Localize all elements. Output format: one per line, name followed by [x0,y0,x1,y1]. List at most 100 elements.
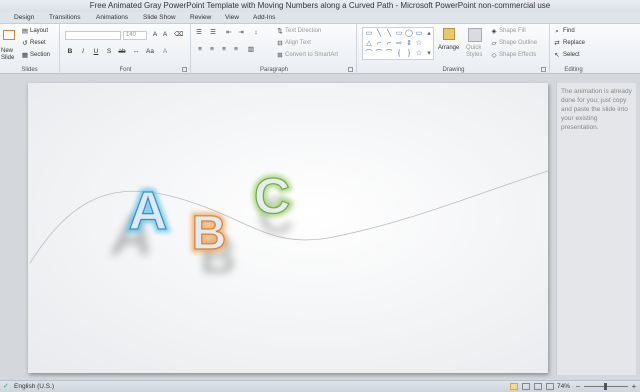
quick-styles-label-2: Styles [466,52,483,58]
shape-fill-icon: ◈ [491,28,497,35]
arrange-label: Arrange [438,45,460,51]
editing-group: ⌕ Find ⇄ Replace ↖ Select Editing [551,24,596,74]
layout-button[interactable]: Layout [30,28,48,34]
align-text-icon: ⊟ [277,40,283,47]
reading-view-icon[interactable] [534,383,542,390]
shape-updown-icon: ⇕ [406,40,412,47]
ribbon: New Slide Layout Reset Section ▤ ↺ ▦ Sli… [0,24,640,74]
italic-icon[interactable]: I [79,48,87,56]
numbering-icon[interactable]: ☰ [209,29,217,37]
shape-outline-button[interactable]: Shape Outline [499,40,537,46]
shape-triangle-icon: △ [366,40,372,47]
drawing-dialog-launcher[interactable] [541,67,546,72]
slide-canvas[interactable]: A A A B B B C C C [28,83,549,373]
justify-icon[interactable]: ≡ [232,46,240,54]
tab-transitions[interactable]: Transitions [49,14,81,21]
zoom-level[interactable]: 74% [557,383,570,390]
line-spacing-icon[interactable]: ↕ [252,29,260,37]
new-slide-button[interactable]: New Slide [1,26,17,62]
decrease-indent-icon[interactable]: ⇤ [225,29,233,37]
gallery-scroll-up-icon: ▴ [427,30,431,37]
bullets-icon[interactable]: ☰ [195,29,203,37]
shape-fill-button[interactable]: Shape Fill [499,28,526,34]
align-center-icon[interactable]: ≡ [208,46,216,54]
spacing-icon[interactable]: ↔ [132,48,140,56]
font-dialog-launcher[interactable] [182,67,187,72]
tab-slide-show[interactable]: Slide Show [143,14,176,21]
status-bar: ✓ English (U.S.) 74% − + [0,380,640,392]
ribbon-tabs: Design Transitions Animations Slide Show… [0,12,640,24]
shape-star-icon: ☆ [415,40,423,47]
increase-indent-icon[interactable]: ⇥ [237,29,245,37]
shape-rect2-icon: ▭ [395,30,403,37]
letter-c-graphic: C C C [250,165,294,245]
font-color-icon[interactable]: A [161,48,169,56]
shape-effects-icon: ◇ [491,52,497,59]
shape-elbow-icon: ⌐ [376,40,382,47]
zoom-in-icon[interactable]: + [630,382,638,391]
slides-group: New Slide Layout Reset Section ▤ ↺ ▦ Sli… [0,24,60,74]
shape-rect-icon: ▭ [365,30,373,37]
shapes-gallery[interactable]: ▭ ╲ ╲ ▭ ◯ ▭ △ ⌐ ⌐ ⇨ ⇕ ☆ ⌒ ⌒ ⌒ { } ☆ ▴ ▾ [362,27,434,60]
shape-outline-icon: ▱ [491,40,497,47]
paragraph-dialog-launcher[interactable] [348,67,353,72]
font-group-label: Font [119,67,132,73]
align-right-icon[interactable]: ≡ [220,46,228,54]
letter-b: B [192,207,227,260]
bold-icon[interactable]: B [66,48,74,56]
tab-view[interactable]: View [225,14,239,21]
quick-styles-label: Quick [466,45,482,51]
columns-icon[interactable]: ▥ [247,46,255,54]
shadow-icon[interactable]: S [105,48,113,56]
replace-button[interactable]: Replace [563,40,585,46]
replace-icon: ⇄ [554,40,560,47]
slide-graphics: A A A B B B C C C [28,83,549,373]
find-icon: ⌕ [555,28,559,35]
font-group: 140 A A ⌫ B I U S ab ↔ Aa A Font [61,24,191,74]
notes-panel[interactable]: The animation is already done for you; j… [556,83,636,375]
arrange-icon [443,28,455,40]
shape-effects-button[interactable]: Shape Effects [499,52,536,58]
slide-sorter-icon[interactable] [522,383,530,390]
underline-icon[interactable]: U [92,48,100,56]
font-size-select[interactable]: 140 [123,31,147,40]
text-direction-button[interactable]: Text Direction [285,28,321,34]
notes-text: The animation is already done for you; j… [561,88,632,131]
align-left-icon[interactable]: ≡ [196,46,204,54]
reset-button[interactable]: Reset [30,40,46,46]
arrange-button[interactable]: Arrange [438,27,462,61]
zoom-slider-thumb[interactable] [604,383,607,390]
tab-review[interactable]: Review [190,14,211,21]
grow-font-icon[interactable]: A [151,31,159,39]
spelling-check-icon[interactable]: ✓ [3,383,11,391]
slideshow-view-icon[interactable] [546,383,554,390]
section-icon: ▦ [21,52,29,59]
tab-add-ins[interactable]: Add-Ins [253,14,275,21]
normal-view-icon[interactable] [510,383,518,390]
select-button[interactable]: Select [563,52,580,58]
zoom-out-icon[interactable]: − [574,382,582,391]
quick-styles-icon [468,28,482,42]
align-text-button[interactable]: Align Text [285,40,311,46]
smartart-icon: ⊞ [277,52,283,59]
section-button[interactable]: Section [30,52,50,58]
quick-styles-button[interactable]: Quick Styles [464,27,488,63]
find-button[interactable]: Find [563,28,575,34]
shape-rect3-icon: ▭ [415,30,423,37]
drawing-group: ▭ ╲ ╲ ▭ ◯ ▭ △ ⌐ ⌐ ⇨ ⇕ ☆ ⌒ ⌒ ⌒ { } ☆ ▴ ▾ … [358,24,550,74]
clear-format-icon[interactable]: ⌫ [174,31,183,39]
slides-group-label: Slides [21,67,38,73]
shape-brace-icon: { [397,50,401,57]
convert-smartart-button[interactable]: Convert to SmartArt [285,52,338,58]
shrink-font-icon[interactable]: A [161,31,169,39]
shape-brace2-icon: } [407,50,411,57]
font-family-select[interactable] [65,31,121,40]
strikethrough-icon[interactable]: ab [118,48,126,56]
tab-animations[interactable]: Animations [96,14,128,21]
work-area: A A A B B B C C C The animation is alrea… [0,75,640,380]
tab-design[interactable]: Design [14,14,34,21]
shape-curve2-icon: ⌒ [375,50,383,57]
change-case-icon[interactable]: Aa [146,48,154,56]
layout-icon: ▤ [21,28,29,35]
language-indicator[interactable]: English (U.S.) [14,383,54,390]
